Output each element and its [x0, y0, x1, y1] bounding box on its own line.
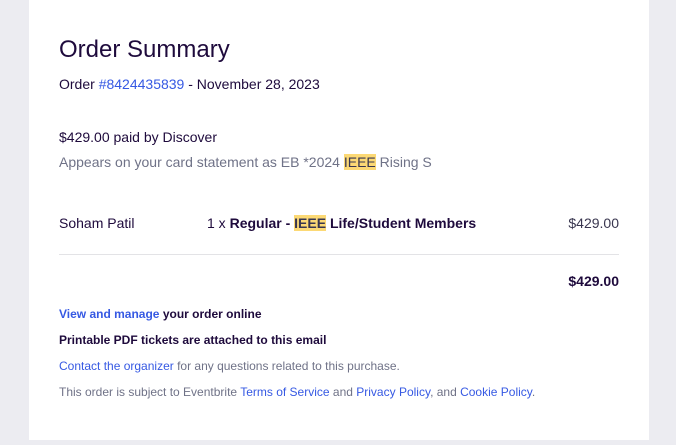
- contact-suffix: for any questions related to this purcha…: [173, 359, 400, 373]
- order-card: Order Summary Order #8424435839 - Novemb…: [29, 0, 649, 440]
- attendee-name: Soham Patil: [59, 215, 135, 231]
- terms-prefix: This order is subject to Eventbrite: [59, 385, 241, 399]
- statement-highlight: IEEE: [343, 154, 376, 170]
- ticket-description: 1 x Regular - IEEE Life/Student Members: [207, 215, 476, 231]
- contact-organizer-link[interactable]: Contact the organizer: [59, 359, 174, 373]
- payment-summary: $429.00 paid by Discover: [59, 129, 217, 145]
- terms-and-2: , and: [430, 385, 461, 399]
- ticket-quantity: 1 x: [207, 215, 230, 231]
- order-number-link[interactable]: #8424435839: [99, 76, 185, 92]
- terms-period: .: [531, 385, 536, 399]
- order-item-row: Soham Patil 1 x Regular - IEEE Life/Stud…: [59, 215, 619, 235]
- ticket-type-suffix: Life/Student Members: [326, 215, 477, 231]
- terms-line: This order is subject to Eventbrite Term…: [59, 385, 535, 399]
- cookie-policy-link[interactable]: Cookie Policy: [460, 385, 532, 399]
- ticket-type-highlight: IEEE: [294, 215, 327, 231]
- item-price: $429.00: [568, 215, 619, 231]
- manage-order-line: View and manage your order online: [59, 307, 262, 321]
- pdf-tickets-note: Printable PDF tickets are attached to th…: [59, 333, 327, 347]
- terms-of-service-link[interactable]: Terms of Service: [240, 385, 329, 399]
- terms-and-1: and: [329, 385, 357, 399]
- statement-suffix: Rising S: [375, 154, 432, 170]
- page-title: Order Summary: [59, 36, 230, 63]
- order-label: Order: [59, 76, 99, 92]
- statement-prefix: Appears on your card statement as EB *20…: [59, 154, 344, 170]
- order-date: - November 28, 2023: [184, 76, 320, 92]
- order-info: Order #8424435839 - November 28, 2023: [59, 76, 320, 92]
- divider: [59, 254, 619, 255]
- view-manage-link[interactable]: View and manage: [59, 307, 159, 321]
- contact-line: Contact the organizer for any questions …: [59, 359, 400, 373]
- order-total: $429.00: [568, 273, 619, 289]
- privacy-policy-link[interactable]: Privacy Policy: [356, 385, 430, 399]
- ticket-type-prefix: Regular -: [229, 215, 295, 231]
- card-statement-note: Appears on your card statement as EB *20…: [59, 154, 432, 170]
- manage-suffix: your order online: [159, 307, 262, 321]
